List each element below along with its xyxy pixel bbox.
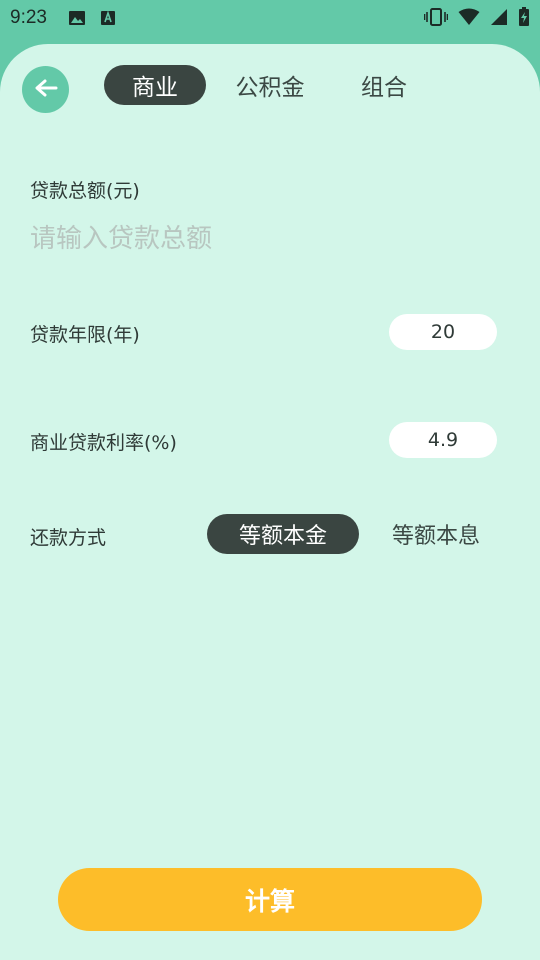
text-a-icon (100, 9, 116, 31)
repayment-option-equal-installment[interactable]: 等额本息 (380, 514, 492, 554)
wifi-icon (458, 8, 480, 30)
repayment-option-equal-principal[interactable]: 等额本金 (207, 514, 359, 554)
tab-combined[interactable]: 组合 (352, 65, 416, 105)
repayment-method-label: 还款方式 (30, 527, 107, 549)
loan-amount-input[interactable]: 请输入贷款总额 (30, 218, 212, 255)
vibrate-icon (423, 7, 449, 31)
status-left-icons (68, 9, 116, 31)
tab-commercial[interactable]: 商业 (104, 65, 206, 105)
status-bar: 9:23 (0, 0, 540, 36)
image-icon (68, 9, 86, 31)
interest-rate-label: 商业贷款利率(%) (30, 432, 177, 454)
back-button[interactable] (22, 66, 69, 113)
signal-icon (490, 8, 508, 30)
battery-charging-icon (518, 7, 530, 31)
loan-years-input[interactable]: 20 (389, 314, 497, 350)
tab-provident-fund[interactable]: 公积金 (226, 65, 314, 105)
loan-years-label: 贷款年限(年) (30, 324, 140, 346)
loan-amount-label: 贷款总额(元) (30, 180, 140, 202)
calculate-button[interactable]: 计算 (58, 868, 482, 931)
status-time: 9:23 (10, 7, 47, 28)
status-right-icons (423, 7, 530, 31)
interest-rate-input[interactable]: 4.9 (389, 422, 497, 458)
arrow-left-icon (34, 78, 58, 102)
